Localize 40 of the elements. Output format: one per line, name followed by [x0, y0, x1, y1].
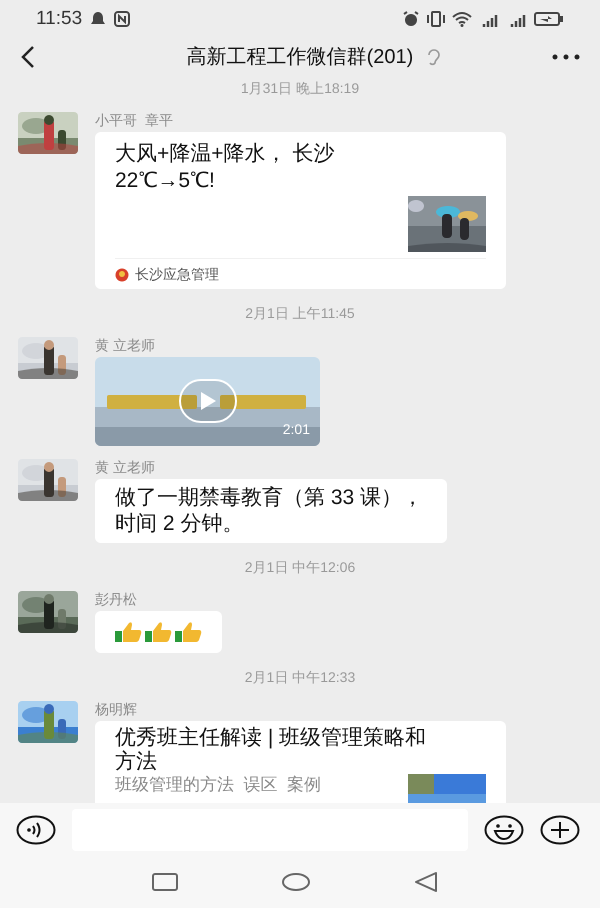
add-icon[interactable]: [540, 814, 580, 844]
message-bubble: 做了一期禁毒教育（第 33 课），时间 2 分钟。: [95, 479, 447, 543]
voice-icon[interactable]: [16, 814, 56, 844]
link-card[interactable]: 大风+降温+降水， 长沙22℃→5℃! 长沙应急管理: [95, 132, 506, 289]
wifi-icon: [452, 11, 472, 27]
play-button[interactable]: [179, 379, 237, 423]
sender-name: 彭丹松: [95, 590, 138, 608]
source-name: 长沙应急管理: [135, 265, 219, 284]
chat-title: 高新工程工作微信群(201): [186, 45, 414, 70]
recent-apps-icon[interactable]: [152, 873, 178, 891]
timestamp: 2月1日 中午12:06: [244, 558, 356, 577]
back-icon[interactable]: [20, 45, 36, 69]
alarm-icon: [402, 11, 420, 27]
sender-name: 杨明辉: [95, 700, 138, 718]
article-summary: 班级管理的方法 误区 案例: [115, 774, 321, 796]
thumbs-up-icon: [115, 621, 142, 643]
sender-name: 黄 立老师: [95, 458, 156, 476]
link-title: 大风+降温+降水， 长沙22℃→5℃!: [115, 141, 336, 194]
home-icon[interactable]: [282, 873, 310, 891]
bell-icon: [90, 11, 106, 27]
timestamp: 1月31日 晚上18:19: [240, 79, 360, 98]
video-duration: 2:01: [282, 420, 310, 439]
emoji-icon[interactable]: [484, 814, 524, 844]
nfc-icon: [114, 11, 130, 27]
thumbs-up-icon: [145, 621, 172, 643]
more-icon[interactable]: [552, 54, 580, 60]
article-card[interactable]: 优秀班主任解读 | 班级管理策略和方法 班级管理的方法 误区 案例: [95, 721, 506, 803]
article-title: 优秀班主任解读 | 班级管理策略和方法: [115, 726, 428, 774]
thumbs-up-icon: [175, 621, 202, 643]
sender-name: 黄 立老师: [95, 336, 156, 354]
vibrate-icon: [426, 11, 446, 27]
timestamp: 2月1日 上午11:45: [245, 304, 355, 323]
battery-icon: [534, 11, 564, 27]
ear-icon: [427, 48, 442, 66]
sender-name: 小平哥 章平: [95, 111, 174, 129]
status-time: 11:53: [36, 6, 82, 31]
nav-back-icon[interactable]: [414, 872, 438, 892]
emblem-icon: [115, 268, 129, 282]
play-icon: [199, 391, 217, 411]
timestamp: 2月1日 中午12:33: [244, 668, 356, 687]
